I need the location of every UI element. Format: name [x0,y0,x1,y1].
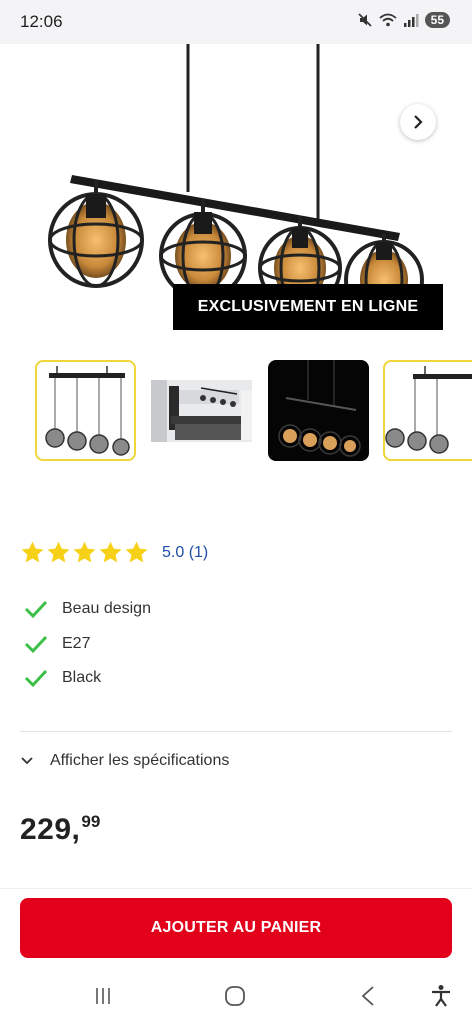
star-icon [47,541,70,563]
rating-score-link[interactable]: 5.0 (1) [162,544,208,562]
back-button[interactable] [354,982,382,1010]
thumbnail-3[interactable] [268,360,369,461]
add-to-cart-button[interactable]: AJOUTER AU PANIER [20,898,452,958]
star-icon [99,541,122,563]
thumbnail-strip[interactable] [0,360,472,464]
price-cents: 99 [81,812,101,831]
thumbnail-2[interactable] [151,360,252,461]
system-navigation-bar [0,968,472,1024]
section-divider [20,731,452,732]
status-time: 12:06 [20,12,63,31]
kitchen-thumbnail-image [151,380,252,442]
recent-apps-icon [96,988,110,1004]
lamp-dark-thumbnail-image [278,360,361,457]
next-image-button[interactable] [400,104,436,140]
feature-label: E27 [62,634,91,652]
specifications-label: Afficher les spécifications [50,752,230,769]
checkmark-icon [24,670,48,688]
feature-label: Beau design [62,600,151,618]
feature-list: Beau design E27 Black [24,592,151,696]
lamp-thumbnail-image [45,366,130,456]
checkmark-icon [24,601,48,619]
home-button[interactable] [221,982,249,1010]
star-icon [21,541,44,563]
star-icon [73,541,96,563]
checkmark-icon [24,635,48,653]
feature-label: Black [62,669,102,687]
thumbnail-4[interactable] [383,360,472,461]
star-icon [125,541,148,563]
mute-icon [358,13,372,27]
battery-indicator: 55 [424,12,450,28]
lamp-thumbnail-image-alt [385,366,472,454]
thumbnail-1[interactable] [35,360,136,461]
accessibility-icon [432,985,450,1007]
accessibility-button[interactable] [427,982,455,1010]
signal-icon [403,14,419,27]
product-rating[interactable]: 5.0 (1) [20,540,208,565]
status-icons: 55 [357,12,450,28]
status-bar: 12:06 55 [0,0,472,44]
chevron-down-icon [21,757,33,765]
feature-item: E27 [24,627,151,662]
wifi-icon [379,13,397,27]
feature-item: Beau design [24,592,151,627]
home-icon [225,986,245,1006]
feature-item: Black [24,661,151,696]
rating-stars [20,540,149,565]
price-main: 229, [20,813,81,846]
product-price: 229,99 [20,812,100,847]
show-specifications-toggle[interactable]: Afficher les spécifications [20,748,229,774]
chevron-right-icon [414,115,423,129]
recent-apps-button[interactable] [89,982,117,1010]
online-exclusive-badge: EXCLUSIVEMENT EN LIGNE [173,284,443,330]
back-icon [361,986,374,1006]
